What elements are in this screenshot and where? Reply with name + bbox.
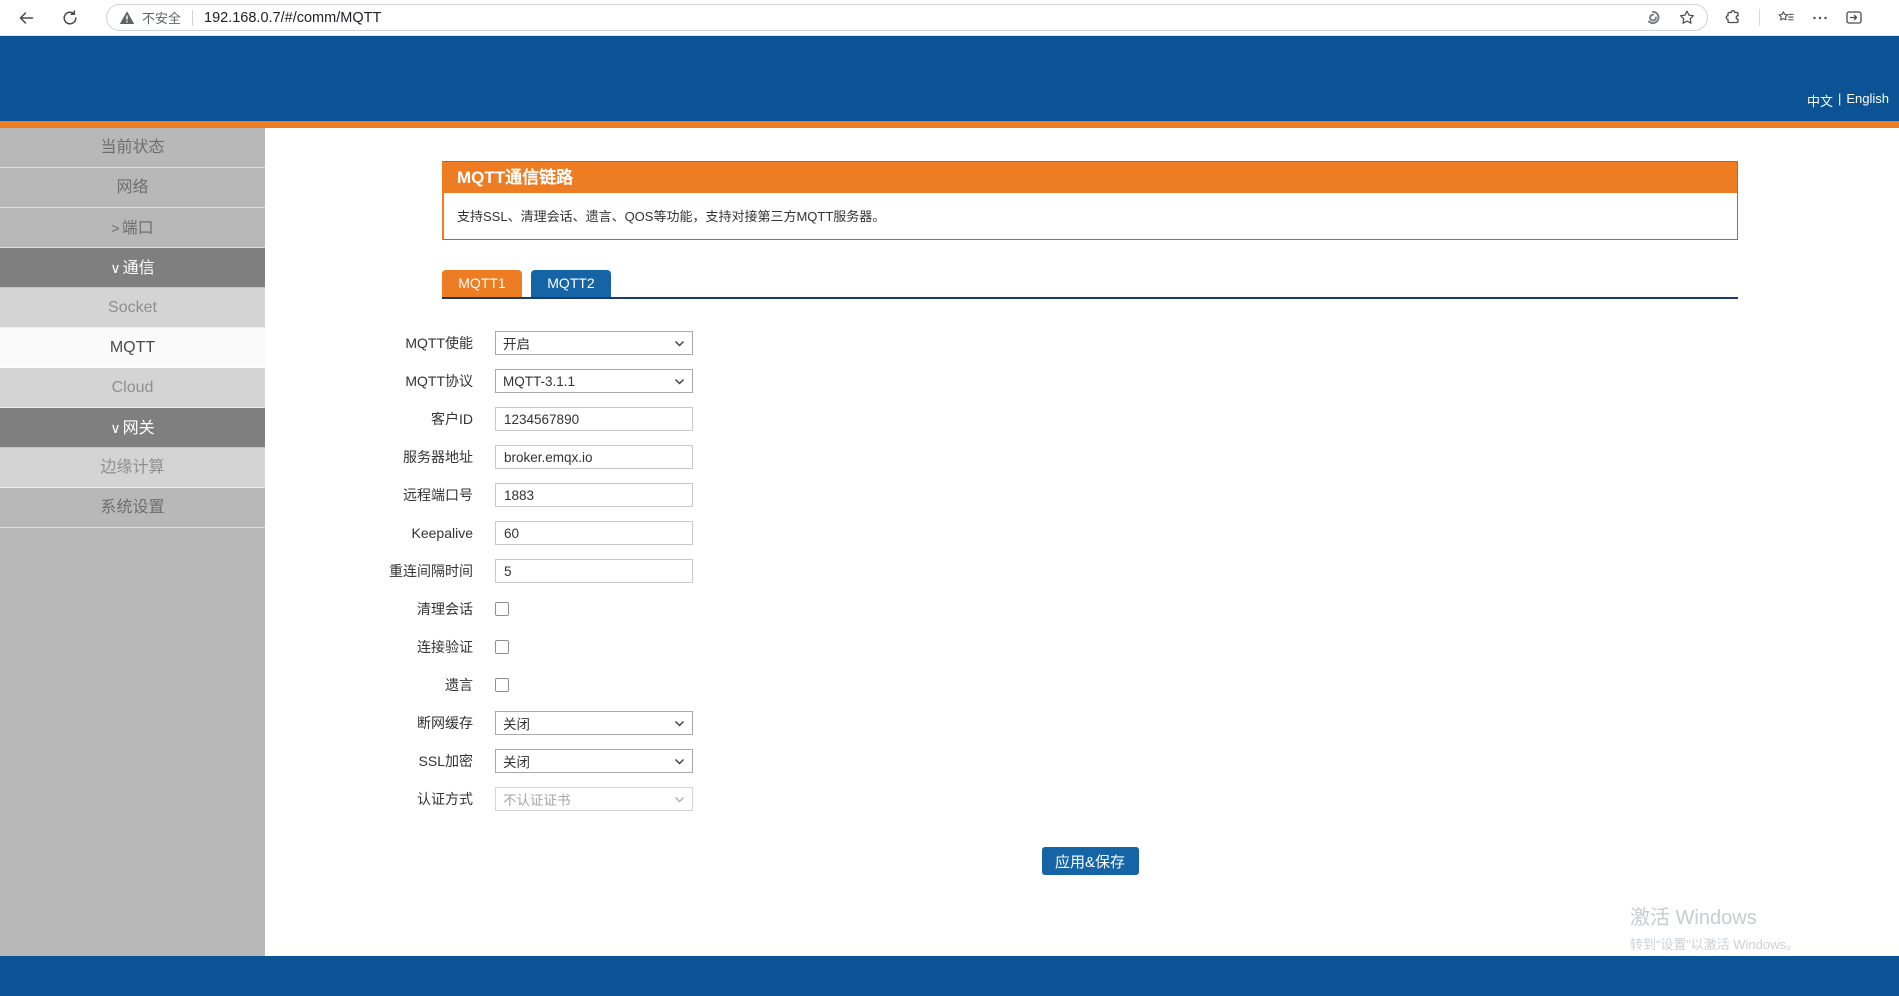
field-label: Keepalive: [411, 525, 474, 541]
chevron-right-icon: >: [111, 220, 120, 236]
form-row: 客户ID: [265, 407, 1899, 431]
mqtt-settings-form: MQTT使能 开启 MQTT协议 MQTT-3.1.1 客户ID 服务器地址: [265, 331, 1899, 811]
offline-cache-select[interactable]: 关闭: [495, 711, 693, 735]
language-switch: 中文 | English: [1807, 91, 1889, 110]
sidebar-item-system-settings[interactable]: 系统设置: [0, 488, 265, 528]
field-label: MQTT协议: [405, 373, 473, 389]
remote-port-input[interactable]: [495, 483, 693, 507]
tab-bar: MQTT1 MQTT2: [442, 270, 1738, 299]
form-actions: 应用&保存: [442, 847, 1738, 875]
sidebar-item-port[interactable]: > 端口: [0, 208, 265, 248]
ssl-encrypt-select[interactable]: 关闭: [495, 749, 693, 773]
field-label: SSL加密: [418, 753, 473, 769]
main-content: MQTT通信链路 支持SSL、清理会话、遗言、QOS等功能，支持对接第三方MQT…: [265, 128, 1899, 956]
connection-auth-checkbox[interactable]: [495, 640, 509, 654]
lang-zh-link[interactable]: 中文: [1807, 91, 1833, 110]
address-bar[interactable]: 不安全 192.168.0.7/#/comm/MQTT: [106, 4, 1708, 31]
more-options-icon[interactable]: [1812, 10, 1828, 26]
clean-session-checkbox[interactable]: [495, 602, 509, 616]
form-row: 重连间隔时间: [265, 559, 1899, 583]
add-favorite-star-icon[interactable]: [1679, 10, 1695, 26]
sidebar-group-gateway[interactable]: ∨ 网关: [0, 408, 265, 448]
sidebar-item-network[interactable]: 网络: [0, 168, 265, 208]
sidebar-group-communication[interactable]: ∨ 通信: [0, 248, 265, 288]
app-footer: [0, 956, 1899, 996]
sidebar-item-current-status[interactable]: 当前状态: [0, 128, 265, 168]
mqtt-panel: MQTT通信链路 支持SSL、清理会话、遗言、QOS等功能，支持对接第三方MQT…: [442, 161, 1738, 240]
sidebar-item-socket[interactable]: Socket: [0, 288, 265, 328]
field-label: 重连间隔时间: [389, 563, 473, 579]
rewards-swirl-icon[interactable]: [1645, 10, 1661, 26]
sidebar-panel-icon[interactable]: [1846, 10, 1862, 26]
security-label[interactable]: 不安全: [142, 8, 181, 27]
field-label: 客户ID: [431, 411, 473, 427]
browser-toolbar: 不安全 192.168.0.7/#/comm/MQTT: [0, 0, 1899, 36]
sidebar-item-cloud[interactable]: Cloud: [0, 368, 265, 408]
extensions-icon[interactable]: [1725, 10, 1741, 26]
page-title: MQTT通信链路: [444, 162, 1737, 193]
chevron-down-icon: [674, 796, 685, 803]
form-row: 清理会话: [265, 597, 1899, 621]
form-row: Keepalive: [265, 521, 1899, 545]
sidebar-item-mqtt[interactable]: MQTT: [0, 328, 265, 368]
keepalive-input[interactable]: [495, 521, 693, 545]
field-label: 遗言: [445, 677, 473, 693]
client-id-input[interactable]: [495, 407, 693, 431]
warning-icon[interactable]: [119, 10, 135, 26]
refresh-icon: [62, 9, 78, 26]
last-will-checkbox[interactable]: [495, 678, 509, 692]
chevron-down-icon: [674, 758, 685, 765]
refresh-button[interactable]: [54, 3, 86, 33]
apply-save-button[interactable]: 应用&保存: [1041, 847, 1139, 875]
chevron-down-icon: [674, 720, 685, 727]
lang-en-link[interactable]: English: [1846, 91, 1889, 110]
header-accent-line: [0, 121, 1899, 128]
form-row: 连接验证: [265, 635, 1899, 659]
form-row: MQTT使能 开启: [265, 331, 1899, 355]
tab-mqtt2[interactable]: MQTT2: [531, 270, 611, 297]
form-row: SSL加密 关闭: [265, 749, 1899, 773]
field-label: 连接验证: [417, 639, 473, 655]
mqtt-enable-select[interactable]: 开启: [495, 331, 693, 355]
mqtt-protocol-select[interactable]: MQTT-3.1.1: [495, 369, 693, 393]
form-row: 遗言: [265, 673, 1899, 697]
field-label: 服务器地址: [403, 449, 473, 465]
server-address-input[interactable]: [495, 445, 693, 469]
toolbar-divider: [1759, 9, 1760, 26]
favorites-icon[interactable]: [1778, 10, 1794, 26]
lang-separator: |: [1837, 91, 1842, 106]
reconnect-interval-input[interactable]: [495, 559, 693, 583]
app-header: 中文 | English: [0, 36, 1899, 121]
auth-mode-select: 不认证证书: [495, 787, 693, 811]
field-label: 断网缓存: [417, 715, 473, 731]
sidebar-item-edge-computing[interactable]: 边缘计算: [0, 448, 265, 488]
chevron-down-icon: [674, 340, 685, 347]
url-text[interactable]: 192.168.0.7/#/comm/MQTT: [204, 10, 381, 26]
form-row: 远程端口号: [265, 483, 1899, 507]
form-row: 认证方式 不认证证书: [265, 787, 1899, 811]
field-label: MQTT使能: [405, 335, 473, 351]
sidebar-nav: 当前状态 网络 > 端口 ∨ 通信 Socket MQTT Cloud ∨ 网关 边缘…: [0, 128, 265, 956]
form-row: MQTT协议 MQTT-3.1.1: [265, 369, 1899, 393]
address-divider: [192, 9, 194, 26]
chevron-down-icon: [674, 378, 685, 385]
field-label: 清理会话: [417, 601, 473, 617]
page-description: 支持SSL、清理会话、遗言、QOS等功能，支持对接第三方MQTT服务器。: [444, 193, 1737, 239]
chevron-down-icon: ∨: [110, 420, 121, 436]
tab-mqtt1[interactable]: MQTT1: [442, 270, 522, 297]
back-button[interactable]: [10, 3, 42, 33]
form-row: 断网缓存 关闭: [265, 711, 1899, 735]
back-icon: [18, 10, 34, 26]
field-label: 远程端口号: [403, 487, 473, 503]
form-row: 服务器地址: [265, 445, 1899, 469]
field-label: 认证方式: [417, 791, 473, 807]
chevron-down-icon: ∨: [110, 260, 121, 276]
